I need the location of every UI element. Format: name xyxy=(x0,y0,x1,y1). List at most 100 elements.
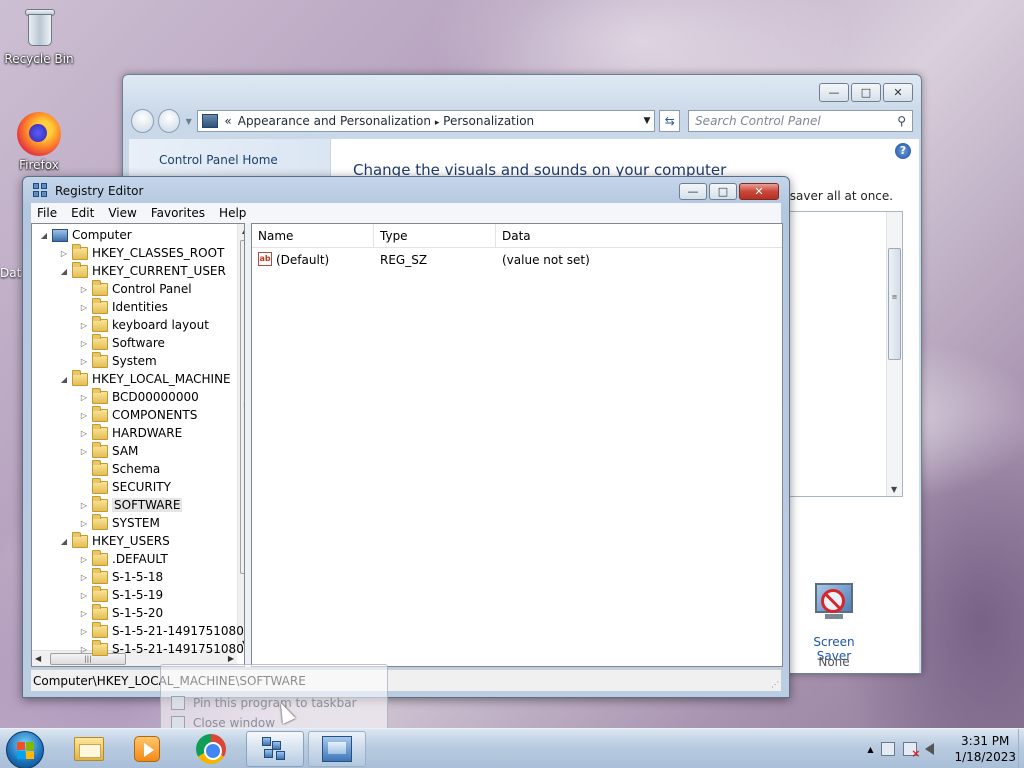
taskbar-chrome[interactable] xyxy=(182,731,240,767)
scroll-left-arrow[interactable]: ◀ xyxy=(35,654,41,663)
expand-icon[interactable]: ▷ xyxy=(78,285,90,294)
minimize-button[interactable]: — xyxy=(819,83,849,102)
close-button[interactable]: ✕ xyxy=(739,183,779,200)
expand-icon[interactable]: ▷ xyxy=(78,447,90,456)
expand-icon[interactable]: ▷ xyxy=(58,249,70,258)
values-list[interactable]: Name Type Data ab (Default) REG_SZ (valu… xyxy=(251,223,783,667)
taskbar-media-player[interactable] xyxy=(118,731,176,767)
collapse-icon[interactable]: ◢ xyxy=(58,267,70,276)
expand-icon[interactable]: ▷ xyxy=(78,321,90,330)
collapse-icon[interactable]: ◢ xyxy=(58,375,70,384)
theme-list[interactable]: ≡ ▼ xyxy=(789,211,903,497)
tree-node[interactable]: ▷ S-1-5-20 xyxy=(78,603,163,622)
resize-grip-icon[interactable]: ⋰ xyxy=(771,680,779,689)
breadcrumb-separator[interactable]: ▸ xyxy=(435,118,440,128)
list-item[interactable]: ab (Default) REG_SZ (value not set) xyxy=(252,250,782,270)
address-bar[interactable]: « Appearance and Personalization ▸ Perso… xyxy=(197,110,656,132)
scroll-thumb[interactable]: ≡ xyxy=(888,248,901,360)
address-dropdown-icon[interactable]: ▼ xyxy=(643,116,650,126)
clock[interactable]: 3:31 PM 1/18/2023 xyxy=(954,733,1016,765)
volume-icon[interactable] xyxy=(925,743,935,755)
search-icon[interactable]: ⚲ xyxy=(897,114,906,128)
collapse-icon[interactable]: ◢ xyxy=(58,537,70,546)
registry-tree[interactable]: ▲ ≡ ▼ ◀ ||| ▶ ◢Computer▷HKEY_CLASSES_ROO… xyxy=(31,223,245,667)
expand-icon[interactable]: ▷ xyxy=(78,609,90,618)
menu-favorites[interactable]: Favorites xyxy=(151,206,205,220)
screen-saver-icon[interactable] xyxy=(811,581,857,627)
menu-edit[interactable]: Edit xyxy=(71,206,94,220)
show-hidden-icons-button[interactable]: ▲ xyxy=(867,745,873,754)
close-button[interactable]: ✕ xyxy=(883,83,913,102)
expand-icon[interactable]: ▷ xyxy=(78,303,90,312)
taskbar-explorer[interactable] xyxy=(60,731,118,767)
desktop-partial-label[interactable]: Dat xyxy=(0,266,21,280)
control-panel-home-link[interactable]: Control Panel Home xyxy=(159,153,278,167)
tree-node[interactable]: ▷ S-1-5-21-1491751080- xyxy=(78,639,244,658)
tree-node[interactable]: ▷ S-1-5-18 xyxy=(78,567,163,586)
tree-node[interactable]: ▷ Control Panel xyxy=(78,279,192,298)
tree-node[interactable]: ◢ Computer xyxy=(38,226,132,244)
column-header-name[interactable]: Name xyxy=(252,224,374,248)
search-input[interactable]: Search Control Panel ⚲ xyxy=(688,110,913,132)
tree-node[interactable]: ▷ COMPONENTS xyxy=(78,405,197,424)
expand-icon[interactable]: ▷ xyxy=(78,357,90,366)
tree-node[interactable]: ▷ .DEFAULT xyxy=(78,549,168,568)
tree-node[interactable]: ▷ S-1-5-21-1491751080- xyxy=(78,621,244,640)
expand-icon[interactable]: ▷ xyxy=(78,591,90,600)
network-icon[interactable] xyxy=(881,742,896,756)
tree-node[interactable]: ▷ S-1-5-19 xyxy=(78,585,163,604)
refresh-button[interactable]: ⇆ xyxy=(659,110,681,132)
tree-node[interactable]: ◢ HKEY_USERS xyxy=(58,531,170,550)
expand-icon[interactable]: ▷ xyxy=(78,573,90,582)
tree-node[interactable]: ▷ Software xyxy=(78,333,165,352)
maximize-button[interactable]: □ xyxy=(709,183,737,200)
tree-node[interactable]: ▷ Identities xyxy=(78,297,168,316)
tree-node[interactable]: ▷ BCD00000000 xyxy=(78,387,199,406)
tree-node[interactable]: ▷ SAM xyxy=(78,441,138,460)
breadcrumb-appearance[interactable]: Appearance and Personalization xyxy=(238,114,431,128)
expand-icon[interactable]: ▷ xyxy=(78,339,90,348)
forward-button[interactable] xyxy=(157,109,181,133)
tree-node[interactable]: ▷ HARDWARE xyxy=(78,423,182,442)
tree-node[interactable]: SECURITY xyxy=(78,477,171,496)
scroll-down-arrow[interactable]: ▼ xyxy=(891,485,897,494)
collapse-icon[interactable]: ◢ xyxy=(38,231,50,240)
expand-icon[interactable]: ▷ xyxy=(78,393,90,402)
desktop-icon-recycle-bin[interactable]: Recycle Bin xyxy=(2,6,76,66)
menu-file[interactable]: File xyxy=(37,206,57,220)
address-chevrons[interactable]: « xyxy=(224,114,231,128)
tree-node[interactable]: ◢ HKEY_LOCAL_MACHINE xyxy=(58,369,231,388)
expand-icon[interactable]: ▷ xyxy=(78,411,90,420)
back-button[interactable] xyxy=(131,109,154,133)
taskbar-control-panel[interactable] xyxy=(308,731,366,767)
expand-icon[interactable]: ▷ xyxy=(78,627,90,636)
jump-list-pin[interactable]: Pin this program to taskbar xyxy=(171,693,357,713)
expand-icon[interactable]: ▷ xyxy=(78,501,90,510)
menu-help[interactable]: Help xyxy=(219,206,246,220)
start-button[interactable] xyxy=(6,731,44,768)
minimize-button[interactable]: — xyxy=(679,183,707,200)
expand-icon[interactable]: ▷ xyxy=(78,555,90,564)
tree-node[interactable]: ▷ SOFTWARE xyxy=(78,495,183,514)
tree-node[interactable]: ◢ HKEY_CURRENT_USER xyxy=(58,261,226,280)
menu-view[interactable]: View xyxy=(108,206,136,220)
theme-list-scrollbar[interactable]: ≡ ▼ xyxy=(886,212,902,496)
tree-node[interactable]: Schema xyxy=(78,459,160,478)
expand-icon[interactable]: ▷ xyxy=(78,429,90,438)
show-desktop-button[interactable] xyxy=(1018,729,1024,768)
tree-node[interactable]: ▷ System xyxy=(78,351,157,370)
expand-icon[interactable]: ▷ xyxy=(78,645,90,654)
column-header-type[interactable]: Type xyxy=(374,224,496,248)
tree-node[interactable]: ▷ SYSTEM xyxy=(78,513,160,532)
recent-pages-dropdown[interactable]: ▼ xyxy=(184,117,193,126)
maximize-button[interactable]: □ xyxy=(851,83,881,102)
tree-vertical-scrollbar[interactable]: ▲ ≡ ▼ xyxy=(237,224,244,650)
tree-node[interactable]: ▷ HKEY_CLASSES_ROOT xyxy=(58,243,224,262)
action-center-icon[interactable] xyxy=(903,742,920,760)
tree-node[interactable]: ▷ keyboard layout xyxy=(78,315,209,334)
expand-icon[interactable]: ▷ xyxy=(78,519,90,528)
desktop-icon-firefox[interactable]: Firefox xyxy=(2,112,76,172)
help-icon[interactable]: ? xyxy=(895,143,911,159)
column-header-data[interactable]: Data xyxy=(496,224,784,248)
taskbar-registry-editor[interactable] xyxy=(246,731,304,767)
